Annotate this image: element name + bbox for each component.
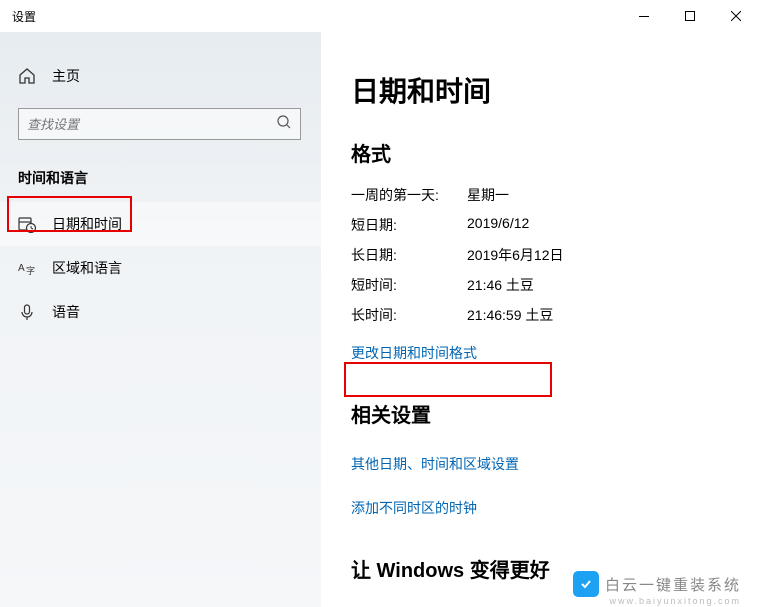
- home-label: 主页: [52, 66, 80, 86]
- close-button[interactable]: [713, 0, 759, 32]
- nav-label: 日期和时间: [52, 214, 122, 234]
- format-label: 长日期:: [351, 245, 467, 265]
- maximize-icon: [685, 11, 695, 21]
- nav-label: 语音: [52, 302, 80, 322]
- nav-item-datetime[interactable]: 日期和时间: [0, 202, 321, 246]
- main-content: 日期和时间 格式 一周的第一天: 星期一 短日期: 2019/6/12 长日期:…: [321, 32, 759, 607]
- search-icon: [276, 114, 292, 135]
- minimize-button[interactable]: [621, 0, 667, 32]
- format-row: 长时间: 21:46:59 土豆: [351, 305, 729, 325]
- format-value: 星期一: [467, 185, 509, 205]
- watermark: 白云一键重装系统: [573, 571, 741, 597]
- change-format-link[interactable]: 更改日期和时间格式: [351, 343, 477, 363]
- format-row: 长日期: 2019年6月12日: [351, 245, 729, 265]
- category-header: 时间和语言: [0, 160, 321, 202]
- titlebar: 设置: [0, 0, 759, 32]
- format-label: 一周的第一天:: [351, 185, 467, 205]
- watermark-url: www.baiyunxitong.com: [609, 596, 741, 606]
- format-value: 21:46:59 土豆: [467, 305, 553, 325]
- format-row: 短日期: 2019/6/12: [351, 215, 729, 235]
- nav-item-speech[interactable]: 语音: [0, 290, 321, 334]
- search-box[interactable]: [18, 108, 301, 140]
- search-input[interactable]: [27, 117, 276, 132]
- format-label: 长时间:: [351, 305, 467, 325]
- format-heading: 格式: [351, 138, 729, 167]
- home-icon: [18, 67, 36, 85]
- format-row: 一周的第一天: 星期一: [351, 185, 729, 205]
- calendar-clock-icon: [18, 215, 36, 233]
- related-heading: 相关设置: [351, 399, 729, 428]
- home-nav[interactable]: 主页: [0, 56, 321, 96]
- format-value: 2019/6/12: [467, 215, 529, 235]
- watermark-text: 白云一键重装系统: [605, 574, 741, 595]
- svg-text:A: A: [18, 263, 25, 274]
- svg-text:字: 字: [26, 265, 35, 276]
- close-icon: [731, 11, 741, 21]
- related-section: 相关设置 其他日期、时间和区域设置 添加不同时区的时钟: [351, 399, 729, 518]
- format-label: 短日期:: [351, 215, 467, 235]
- format-row: 短时间: 21:46 土豆: [351, 275, 729, 295]
- format-section: 格式 一周的第一天: 星期一 短日期: 2019/6/12 长日期: 2019年…: [351, 138, 729, 363]
- nav-label: 区域和语言: [52, 258, 122, 278]
- maximize-button[interactable]: [667, 0, 713, 32]
- format-value: 21:46 土豆: [467, 275, 534, 295]
- other-region-link[interactable]: 其他日期、时间和区域设置: [351, 454, 519, 474]
- minimize-icon: [639, 16, 649, 17]
- window-controls: [621, 0, 759, 32]
- window-title: 设置: [12, 8, 621, 25]
- format-value: 2019年6月12日: [467, 245, 564, 265]
- sidebar: 主页 时间和语言 日期和时间 A字 区域和语言: [0, 32, 321, 607]
- microphone-icon: [18, 303, 36, 321]
- language-icon: A字: [18, 259, 36, 277]
- watermark-badge-icon: [573, 571, 599, 597]
- format-label: 短时间:: [351, 275, 467, 295]
- page-title: 日期和时间: [351, 70, 729, 110]
- nav-item-region[interactable]: A字 区域和语言: [0, 246, 321, 290]
- add-clock-link[interactable]: 添加不同时区的时钟: [351, 498, 477, 518]
